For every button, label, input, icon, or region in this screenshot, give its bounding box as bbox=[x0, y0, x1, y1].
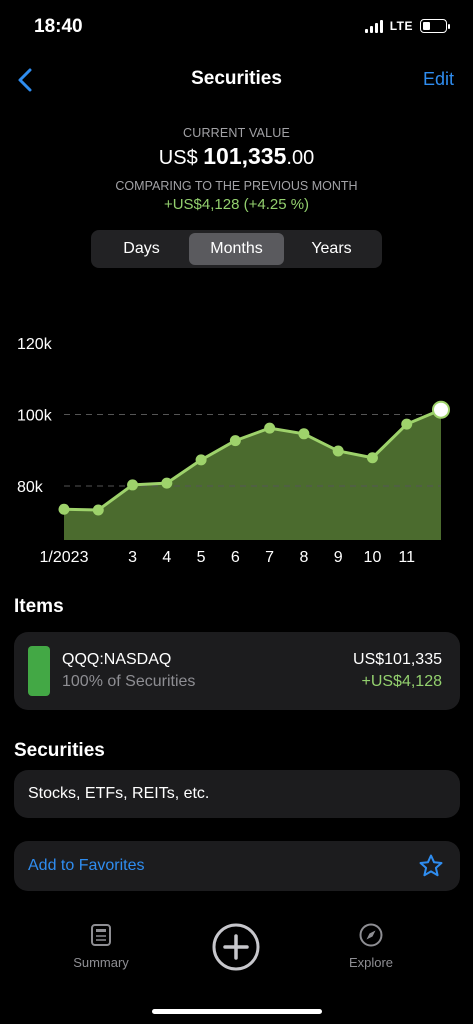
edit-button[interactable]: Edit bbox=[423, 69, 454, 90]
chart-point bbox=[195, 454, 207, 466]
chart-area-fill bbox=[64, 409, 441, 540]
current-value: US$ 101,335.00 bbox=[0, 143, 473, 171]
y-tick-label: 100k bbox=[17, 408, 53, 425]
tab-summary-label: Summary bbox=[73, 955, 129, 970]
signal-icon bbox=[364, 19, 383, 33]
x-tick-label: 10 bbox=[364, 549, 382, 566]
x-tick-label: 3 bbox=[128, 549, 137, 566]
comparing-label: COMPARING TO THE PREVIOUS MONTH bbox=[115, 179, 358, 193]
value-integer: 101,335 bbox=[203, 143, 287, 169]
item-change: +US$4,128 bbox=[361, 673, 442, 690]
plus-circle-icon[interactable] bbox=[212, 923, 260, 971]
x-tick-label: 6 bbox=[231, 549, 240, 566]
network-type: LTE bbox=[389, 19, 413, 33]
chart-point bbox=[298, 428, 310, 440]
x-tick-label: 1/2023 bbox=[40, 549, 89, 566]
chart-point bbox=[366, 452, 378, 464]
tab-summary[interactable]: Summary bbox=[61, 923, 141, 970]
chart-point bbox=[92, 504, 104, 516]
value-chart: 120k 100k 80k 1/2023 3 4 5 6 7 8 9 10 11 bbox=[0, 300, 473, 590]
y-tick-label: 120k bbox=[17, 336, 53, 353]
item-color-swatch bbox=[28, 646, 50, 696]
item-row-qqq[interactable]: QQQ:NASDAQ 100% of Securities US$101,335… bbox=[14, 632, 460, 710]
navigation-bar: Securities Edit bbox=[0, 58, 473, 102]
x-tick-label: 7 bbox=[265, 549, 274, 566]
securities-section-title: Securities bbox=[14, 740, 105, 761]
x-tick-label: 5 bbox=[197, 549, 206, 566]
chart-point bbox=[332, 445, 344, 457]
item-share: 100% of Securities bbox=[62, 673, 196, 690]
add-to-favorites-label: Add to Favorites bbox=[28, 857, 145, 874]
chart-point bbox=[264, 422, 276, 434]
add-to-favorites-button[interactable]: Add to Favorites bbox=[14, 841, 460, 891]
battery-icon bbox=[420, 19, 450, 33]
current-value-label: CURRENT VALUE bbox=[182, 126, 291, 140]
x-tick-label: 9 bbox=[334, 549, 343, 566]
chart-svg: 120k 100k 80k 1/2023 3 4 5 6 7 8 9 10 11 bbox=[17, 336, 450, 566]
tab-explore[interactable]: Explore bbox=[331, 923, 411, 970]
status-indicators: LTE bbox=[364, 19, 450, 33]
securities-description: Stocks, ETFs, REITs, etc. bbox=[28, 785, 210, 802]
status-time: 18:40 bbox=[34, 16, 83, 37]
securities-description-card: Stocks, ETFs, REITs, etc. bbox=[14, 770, 460, 818]
star-icon[interactable] bbox=[418, 853, 444, 879]
chart-point-current bbox=[432, 400, 450, 419]
segment-years[interactable]: Years bbox=[284, 233, 379, 265]
chart-point bbox=[127, 479, 139, 491]
tab-bar: Summary Explore bbox=[0, 915, 473, 995]
tab-explore-label: Explore bbox=[348, 955, 394, 970]
segment-days[interactable]: Days bbox=[94, 233, 189, 265]
x-tick-label: 8 bbox=[299, 549, 308, 566]
compass-icon bbox=[359, 923, 383, 947]
change-value: +US$4,128 (+4.25 %) bbox=[163, 196, 310, 213]
chart-point bbox=[229, 435, 241, 447]
value-summary: CURRENT VALUE US$ 101,335.00 COMPARING T… bbox=[0, 126, 473, 213]
page-title: Securities bbox=[191, 68, 282, 89]
currency-label: US$ bbox=[158, 147, 198, 169]
x-tick-label: 4 bbox=[162, 549, 171, 566]
chart-point bbox=[401, 418, 413, 430]
segment-months[interactable]: Months bbox=[189, 233, 284, 265]
chart-point bbox=[58, 503, 70, 515]
x-tick-label: 11 bbox=[398, 549, 415, 566]
summary-document-icon bbox=[91, 924, 111, 946]
home-indicator bbox=[152, 1009, 322, 1014]
period-segmented-control: Days Months Years bbox=[91, 230, 382, 268]
chart-point bbox=[161, 477, 173, 489]
item-value: US$101,335 bbox=[353, 651, 442, 668]
items-section-title: Items bbox=[14, 596, 64, 617]
value-decimal: .00 bbox=[286, 147, 315, 169]
y-tick-label: 80k bbox=[17, 479, 44, 496]
item-name: QQQ:NASDAQ bbox=[62, 651, 172, 668]
status-bar: 18:40 LTE bbox=[0, 0, 473, 56]
